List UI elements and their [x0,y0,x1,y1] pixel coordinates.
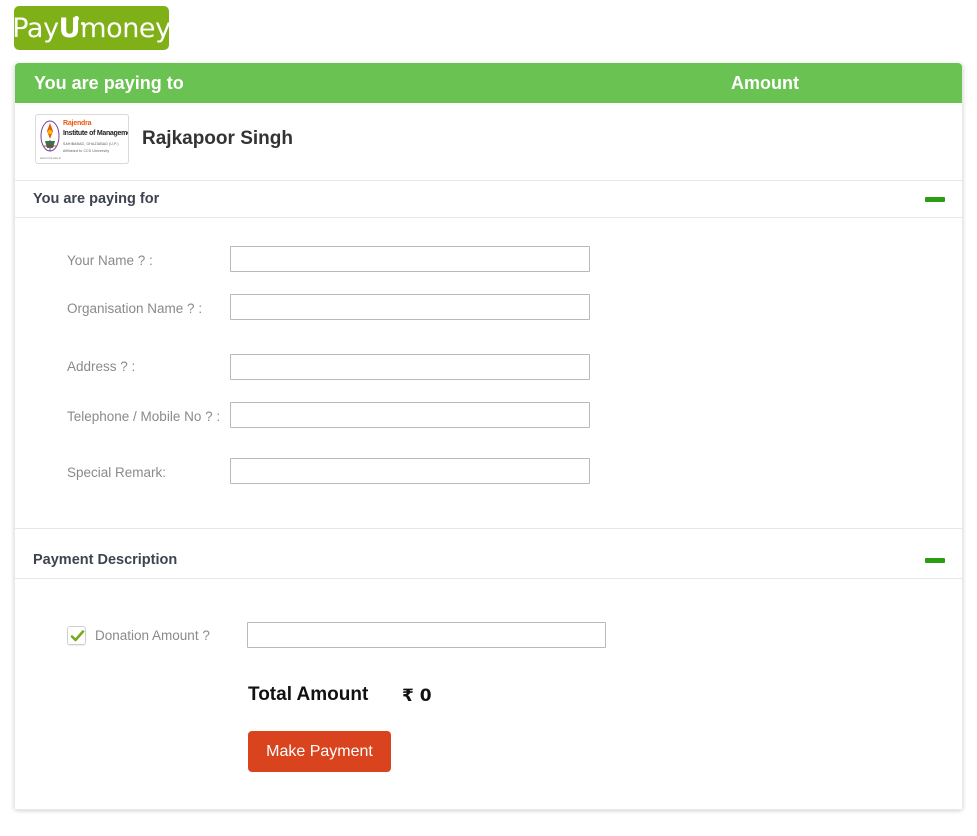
input-organisation-name[interactable] [230,294,590,320]
check-icon [70,629,85,644]
input-telephone-mobile[interactable] [230,402,590,428]
payment-card: You are paying to Amount Rajendra Instit… [14,63,963,810]
field-row: Organisation Name ? : [15,292,962,340]
paying-to-label: You are paying to [34,73,184,94]
section-divider [15,528,962,542]
field-label-address: Address ? : [67,358,222,375]
merchant-logo-line-e: www.rimt.edu.in [40,156,61,160]
field-label-your-name: Your Name ? : [67,252,222,269]
paying-for-section-header[interactable]: You are paying for [15,181,962,218]
make-payment-button[interactable]: Make Payment [248,731,391,772]
logo-dot-icon [74,16,79,21]
institute-emblem-icon [40,119,60,153]
field-label-organisation-name: Organisation Name ? : [67,300,222,317]
payment-description-section-header[interactable]: Payment Description [15,542,962,579]
field-label-special-remark: Special Remark: [67,464,222,481]
donation-checkbox[interactable] [67,626,86,645]
input-your-name[interactable] [230,246,590,272]
field-label-telephone-mobile: Telephone / Mobile No ? : [67,408,222,425]
donation-row: Donation Amount ? [15,624,962,656]
logo-pay: Pay [12,13,58,44]
field-row: Your Name ? : [15,244,962,292]
field-row: Address ? : [15,340,962,400]
total-amount-value: ₹ 0 [402,686,432,706]
amount-label: Amount [731,73,799,94]
donation-amount-label: Donation Amount ? [95,628,210,643]
payment-description-body: Donation Amount ? Total Amount ₹ 0 Make … [15,579,962,809]
logo-money: money [80,13,171,44]
paying-to-header: You are paying to Amount [15,63,962,103]
payment-description-title: Payment Description [33,552,177,568]
logo-dot-small-icon [81,22,84,25]
payumoney-logo: PayUmoney [14,6,169,50]
payment-page: PayUmoney You are paying to Amount [0,0,977,836]
paying-for-form: Your Name ? : Organisation Name ? : Addr… [15,218,962,528]
total-amount-label: Total Amount [248,684,368,706]
merchant-logo-line-d: Affiliated to CCS University [63,149,109,153]
total-amount-row: Total Amount ₹ 0 [15,684,962,714]
minus-icon[interactable] [925,558,945,563]
input-address[interactable] [230,354,590,380]
field-row: Special Remark: [15,448,962,492]
merchant-logo: Rajendra Institute of Management & Techn… [35,114,129,164]
merchant-name: Rajkapoor Singh [142,128,293,150]
merchant-logo-line-c: SAHIBABAD, GHAZIABAD (U.P.) [63,142,119,146]
paying-for-title: You are paying for [33,191,159,207]
merchant-row: Rajendra Institute of Management & Techn… [15,103,962,181]
field-row: Telephone / Mobile No ? : [15,400,962,448]
merchant-logo-line-a: Rajendra [63,120,91,127]
input-special-remark[interactable] [230,458,590,484]
payumoney-logo-text: PayUmoney [12,15,170,42]
merchant-logo-line-b: Institute of Management & Technology [63,130,129,137]
input-donation-amount[interactable] [247,622,606,648]
minus-icon[interactable] [925,197,945,202]
